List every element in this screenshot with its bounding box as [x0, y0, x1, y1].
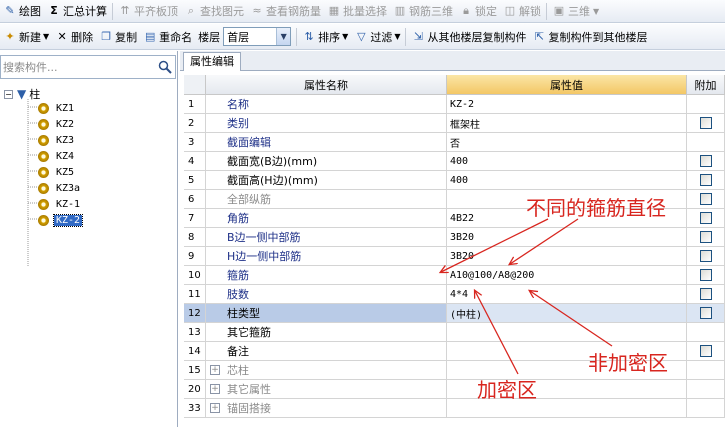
arrow-to-sparse-diameter: [510, 218, 579, 264]
annotation-non-dense: 非加密区: [588, 351, 668, 375]
arrow-to-non-dense-zone: [530, 291, 613, 347]
arrow-to-dense-zone: [475, 291, 519, 375]
annotation-dense: 加密区: [477, 378, 537, 402]
arrow-to-dense-diameter: [441, 218, 549, 272]
annotation-diameter: 不同的箍筋直径: [526, 196, 666, 220]
